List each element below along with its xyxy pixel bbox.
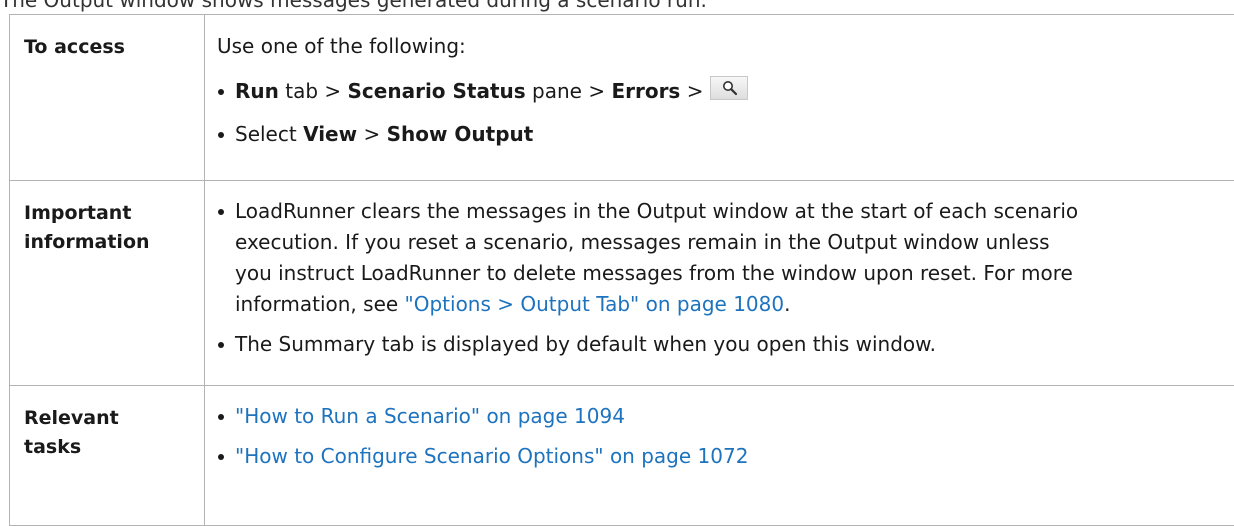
list-item: "How to Run a Scenario" on page 1094 [217,401,1234,432]
path-text: tab > [279,79,348,103]
text-line: you instruct LoadRunner to delete messag… [235,261,1073,285]
row-content-important-information: LoadRunner clears the messages in the Ou… [205,181,1234,386]
details-button [710,76,748,100]
row-content-to-access: Use one of the following: Run tab > Scen… [205,15,1234,181]
options-output-tab-link[interactable]: "Options > Output Tab" on page 1080 [405,292,785,316]
text-line: . [784,292,790,316]
tasks-list: "How to Run a Scenario" on page 1094 "Ho… [217,401,1234,472]
path-text: > [680,79,709,103]
table-row-relevant-tasks: Relevant tasks "How to Run a Scenario" o… [10,386,1234,526]
access-list: Run tab > Scenario Status pane > Errors … [217,76,1234,150]
label-line: Relevant [24,407,119,429]
row-content-relevant-tasks: "How to Run a Scenario" on page 1094 "Ho… [205,386,1234,526]
list-item: The Summary tab is displayed by default … [217,329,1234,360]
row-label-relevant-tasks: Relevant tasks [10,386,205,526]
label-line: Important [24,202,131,224]
ui-view: View [303,122,357,146]
list-item: "How to Configure Scenario Options" on p… [217,441,1234,472]
label-line: tasks [24,436,81,458]
label-line: information [24,231,150,253]
important-list: LoadRunner clears the messages in the Ou… [217,196,1234,360]
row-label-important-information: Important information [10,181,205,386]
run-scenario-link[interactable]: "How to Run a Scenario" on page 1094 [235,404,625,428]
intro-text: Use one of the following: [217,33,1234,59]
list-item: Select View > Show Output [217,119,1234,150]
row-label-to-access: To access [10,15,205,181]
ui-errors: Errors [611,79,680,103]
path-text: pane > [526,79,612,103]
ui-scenario-status: Scenario Status [348,79,526,103]
configure-scenario-options-link[interactable]: "How to Configure Scenario Options" on p… [235,444,748,468]
magnifier-icon [722,80,738,96]
text-line: information, see [235,292,405,316]
label-text: To access [24,36,125,58]
table-row-to-access: To access Use one of the following: Run … [10,15,1234,181]
path-text: > [357,122,386,146]
list-item: Run tab > Scenario Status pane > Errors … [217,76,1234,107]
info-table: To access Use one of the following: Run … [9,14,1234,526]
text-line: The Summary tab is displayed by default … [235,332,936,356]
ui-show-output: Show Output [387,122,534,146]
text-line: LoadRunner clears the messages in the Ou… [235,199,1078,223]
clipped-top-line: The Output window shows messages generat… [0,0,1234,12]
table-row-important-information: Important information LoadRunner clears … [10,181,1234,386]
list-item: LoadRunner clears the messages in the Ou… [217,196,1234,320]
ui-run: Run [235,79,279,103]
path-text: Select [235,122,303,146]
text-line: execution. If you reset a scenario, mess… [235,230,1050,254]
